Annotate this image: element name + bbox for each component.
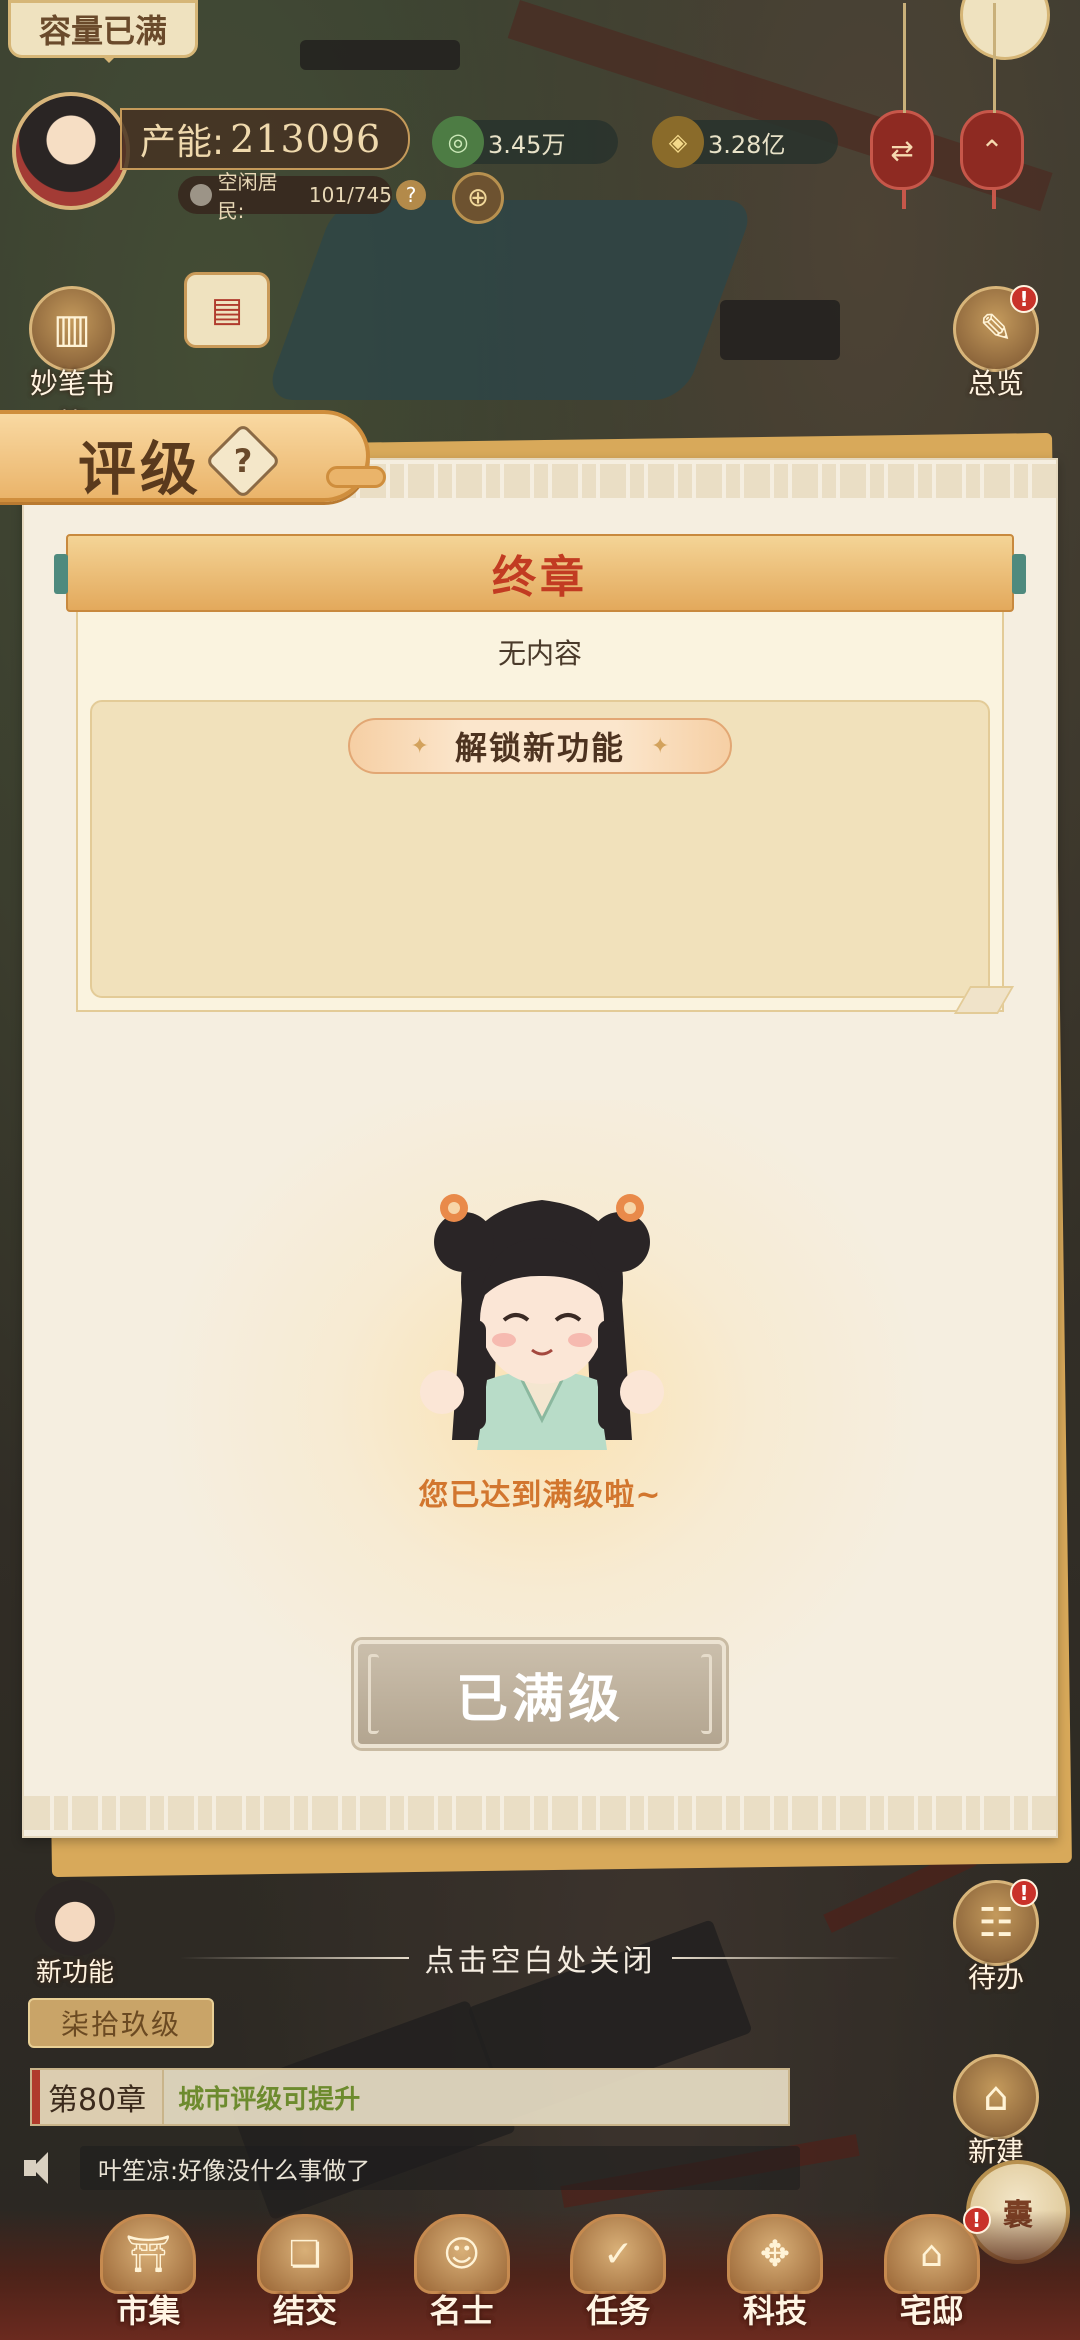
chat-message: 叶笙凉:好像没什么事做了 [80, 2146, 800, 2190]
mascot-girl-illustration [420, 1194, 664, 1450]
question-icon: ? [233, 442, 253, 480]
todo-label: 待办 [967, 1961, 1024, 1994]
befriend-icon: ❏ [256, 2214, 353, 2294]
nav-scholar[interactable]: ☺ 名士 [397, 2214, 527, 2332]
chat-row[interactable]: 叶笙凉:好像没什么事做了 [20, 2144, 800, 2192]
overview-badge: ! [1010, 285, 1038, 313]
player-avatar[interactable] [12, 92, 130, 210]
nav-mansion-label: 宅邸 [899, 2292, 964, 2330]
nav-tech[interactable]: ✥ 科技 [710, 2214, 840, 2332]
nav-tech-label: 科技 [742, 2292, 807, 2330]
city-level-tag[interactable]: 柒拾玖级 [28, 1998, 214, 2048]
divider [671, 1957, 900, 1959]
cart-icon[interactable]: ⊕ [452, 172, 504, 224]
divider [180, 1957, 409, 1959]
gold-value: 3.28亿 [708, 130, 786, 159]
bamboo-scroll-icon: ▥ [29, 286, 115, 372]
nav-befriend-label: 结交 [272, 2292, 337, 2330]
market-icon: ⛩ [100, 2214, 197, 2294]
new-feature-button[interactable]: 新功能 [20, 1880, 130, 1989]
gold-coin-icon: ◈ [652, 116, 704, 168]
task-icon: ✓ [570, 2214, 667, 2294]
capacity-full-tag[interactable]: 容量已满 [8, 0, 198, 63]
overview-button[interactable]: ✎! 总览 [946, 285, 1046, 402]
nav-market[interactable]: ⛩ 市集 [83, 2214, 213, 2332]
chapter-goal: 城市评级可提升 [178, 2084, 361, 2115]
resident-icon [190, 184, 212, 206]
max-level-button[interactable]: 已满级 [354, 1640, 726, 1748]
build-button[interactable]: ⌂ 新建 [946, 2054, 1046, 2170]
sparkle-icon: ✦ [651, 733, 670, 759]
lantern-upgrade-icon[interactable]: ⌃ [960, 3, 1024, 209]
copper-coin-icon: ◎ [432, 116, 484, 168]
idle-residents-label: 空闲居民: [217, 170, 278, 223]
nav-mansion[interactable]: ⌂ ! 宅邸 [867, 2206, 997, 2332]
scholar-icon: ☺ [413, 2214, 510, 2294]
max-level-message: 您已达到满级啦~ [418, 1478, 662, 1513]
chapter-quest-bar[interactable]: 第80章 城市评级可提升 [30, 2068, 790, 2126]
bottom-navigation: ⛩ 市集 ❏ 结交 ☺ 名士 ✓ 任务 ✥ 科技 ⌂ ! 宅邸 [0, 2206, 1080, 2340]
unlock-feature-pill: ✦ 解锁新功能 ✦ [348, 718, 732, 774]
todo-badge: ! [1010, 1879, 1038, 1907]
close-hint[interactable]: 点击空白处关闭 [180, 1938, 900, 1979]
tech-icon: ✥ [726, 2214, 823, 2294]
chapter-number: 第80章 [32, 2070, 165, 2124]
production-display[interactable]: 产能: 213096 [120, 108, 410, 170]
nav-market-label: 市集 [116, 2292, 181, 2330]
copper-resource[interactable]: ◎ 3.45万 [432, 116, 618, 168]
production-value: 213096 [230, 117, 382, 161]
nav-scholar-label: 名士 [429, 2292, 494, 2330]
new-feature-avatar-icon [35, 1880, 115, 1956]
nav-befriend[interactable]: ❏ 结交 [240, 2214, 370, 2332]
scroll-notice-icon[interactable]: ▤ [184, 272, 270, 348]
no-content-text: 无内容 [497, 637, 582, 670]
build-icon: ⌂ [953, 2054, 1039, 2140]
todo-button[interactable]: ☷! 待办 [946, 1879, 1046, 1996]
new-feature-label: 新功能 [35, 1958, 114, 1988]
unlock-feature-label: 解锁新功能 [454, 729, 625, 767]
gold-resource[interactable]: ◈ 3.28亿 [652, 116, 838, 168]
overview-label: 总览 [967, 367, 1024, 400]
panel-title: 评级 [78, 435, 203, 503]
panel-bottom-pattern [24, 1796, 1056, 1830]
residents-help-icon[interactable]: ? [396, 180, 426, 210]
idle-residents-display[interactable]: 空闲居民: 101/745 [178, 170, 392, 223]
speaker-icon[interactable] [20, 2150, 60, 2186]
todo-icon: ☷! [953, 1879, 1039, 1966]
copper-value: 3.45万 [488, 130, 566, 159]
stage-title: 终章 [492, 552, 588, 603]
mansion-badge: ! [962, 2206, 991, 2234]
sparkle-icon: ✦ [410, 733, 429, 759]
nav-task-label: 任务 [586, 2292, 651, 2330]
production-label: 产能: [140, 122, 225, 163]
close-hint-text: 点击空白处关闭 [424, 1944, 656, 1979]
lantern-switch-icon[interactable]: ⇄ [870, 3, 934, 209]
nav-task[interactable]: ✓ 任务 [553, 2214, 683, 2332]
max-level-button-label: 已满级 [455, 1668, 624, 1730]
idle-residents-value: 101/745 [308, 183, 392, 207]
overview-icon: ✎! [953, 285, 1039, 372]
stage-header: 终章 [54, 534, 1026, 612]
